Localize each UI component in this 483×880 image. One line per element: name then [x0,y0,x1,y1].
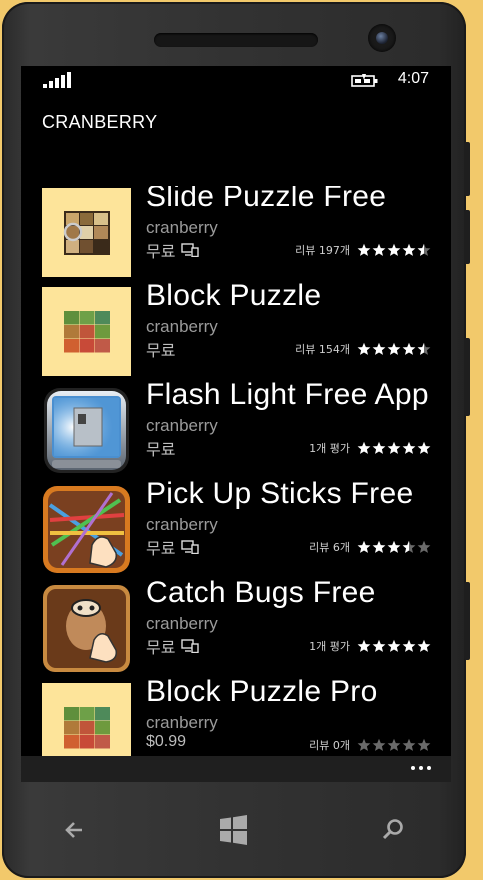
app-name: Flash Light Free App [146,378,429,411]
star-rating-icon [356,738,431,752]
pc-phone-icon [181,540,200,555]
app-price: $0.99 [146,733,186,751]
app-price-label: 무료 [146,244,176,261]
app-price-label: $0.99 [146,733,187,750]
app-list-item[interactable]: Catch Bugs Free cranberry 무료 1개 평가 [21,576,451,674]
signal-icon [43,72,71,88]
app-publisher: cranberry [146,713,218,732]
app-price: 무료 [146,337,175,361]
navigation-bar [2,792,466,862]
app-list-item[interactable]: Flash Light Free App cranberry 무료 1개 평가 [21,378,451,476]
block-puzzle-icon [42,683,131,756]
star-rating-icon [356,639,431,653]
app-name: Pick Up Sticks Free [146,477,414,510]
phone-frame: 4:07 CRANBERRY Slide Puzzle Free cranberr… [2,2,470,878]
pc-phone-icon [181,639,200,654]
app-price-label: 무료 [146,640,176,657]
status-bar: 4:07 [21,66,451,96]
app-list-item[interactable]: Block Puzzle Pro cranberry $0.99 리뷰 0개 [21,675,451,756]
app-price: 무료 [146,436,175,460]
catch-bugs-icon [42,584,131,673]
power-button [464,338,470,416]
app-price-label: 무료 [146,541,176,558]
rating-count: 1개 평가 [309,442,350,455]
volume-up-button [464,142,470,196]
app-name: Slide Puzzle Free [146,186,387,213]
app-price-label: 무료 [146,343,176,360]
star-rating-icon [356,540,431,554]
star-rating-icon [356,243,431,257]
windows-start-icon[interactable] [214,810,254,850]
rating-count: 리뷰 0개 [309,739,350,752]
app-price: 무료 [146,238,200,262]
app-publisher: cranberry [146,614,218,633]
more-menu-button[interactable] [407,766,431,770]
app-price: 무료 [146,535,200,559]
app-list-item[interactable]: Block Puzzle cranberry 무료 리뷰 154개 [21,279,451,377]
back-arrow-icon[interactable] [56,810,96,850]
rating-count: 리뷰 6개 [309,541,350,554]
app-bar [21,756,451,782]
star-rating-icon [356,441,431,455]
app-list-item[interactable]: Pick Up Sticks Free cranberry 무료 리뷰 6개 [21,477,451,575]
pick-up-sticks-icon [42,485,131,574]
screen: 4:07 CRANBERRY Slide Puzzle Free cranberr… [21,66,451,782]
app-publisher: cranberry [146,515,218,534]
block-puzzle-icon [42,287,131,376]
pc-phone-icon [181,243,200,258]
app-rating: 리뷰 6개 [309,539,431,555]
camera-button [464,582,470,660]
earpiece-speaker [154,33,318,47]
app-publisher: cranberry [146,218,218,237]
star-rating-icon [356,342,431,356]
app-publisher: cranberry [146,416,218,435]
rating-count: 리뷰 154개 [295,343,350,356]
volume-down-button [464,210,470,264]
rating-count: 리뷰 197개 [295,244,350,257]
app-name: Catch Bugs Free [146,576,376,609]
app-rating: 1개 평가 [309,638,431,654]
rating-count: 1개 평가 [309,640,350,653]
app-rating: 리뷰 0개 [309,737,431,753]
app-list-item[interactable]: Slide Puzzle Free cranberry 무료 리뷰 197개 [21,186,451,278]
app-price-label: 무료 [146,442,176,459]
app-name: Block Puzzle [146,279,322,312]
search-icon[interactable] [372,810,412,850]
app-rating: 1개 평가 [309,440,431,456]
app-rating: 리뷰 197개 [295,242,431,258]
app-price: 무료 [146,634,200,658]
battery-charging-icon [351,74,378,87]
app-rating: 리뷰 154개 [295,341,431,357]
clock: 4:07 [397,70,429,87]
slide-puzzle-icon [42,188,131,277]
app-publisher: cranberry [146,317,218,336]
app-title: CRANBERRY [42,112,158,132]
app-list: Slide Puzzle Free cranberry 무료 리뷰 197개 Blo… [21,186,451,756]
app-name: Block Puzzle Pro [146,675,378,708]
flashlight-icon [42,386,131,475]
front-camera [368,24,396,52]
